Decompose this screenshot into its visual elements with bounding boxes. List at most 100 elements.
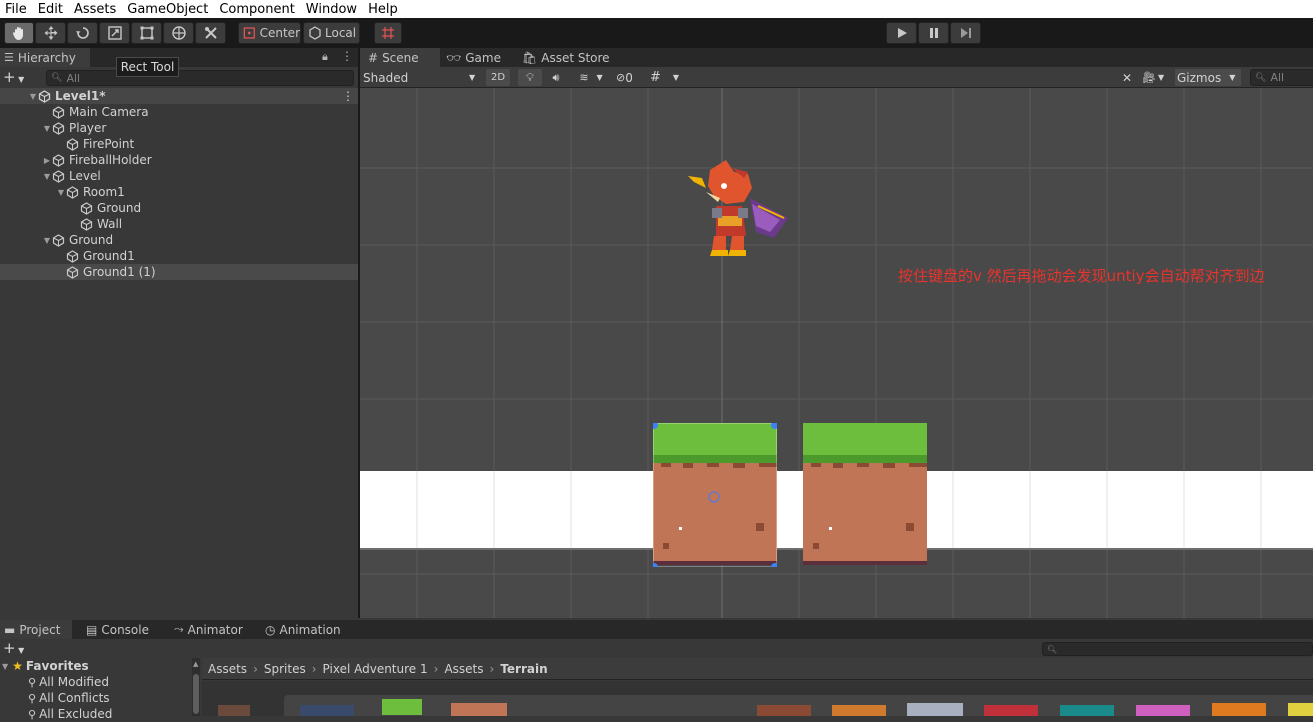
- menu-file[interactable]: File: [0, 2, 33, 17]
- expand-arrow-icon[interactable]: ▼: [42, 124, 52, 133]
- panel-divider[interactable]: [358, 48, 360, 618]
- asset-thumbnail[interactable]: [451, 703, 507, 716]
- asset-thumbnail[interactable]: [757, 705, 811, 716]
- project-search-input[interactable]: 🔍︎: [1042, 642, 1313, 656]
- grid-dropdown[interactable]: # ▼: [650, 69, 688, 86]
- scrollbar-thumb[interactable]: [193, 674, 199, 714]
- hand-tool-button[interactable]: [4, 22, 34, 44]
- rotate-tool-button[interactable]: [67, 22, 98, 44]
- hierarchy-item[interactable]: Main Camera: [0, 104, 358, 120]
- breadcrumb-item[interactable]: Assets: [444, 662, 483, 676]
- expand-arrow-icon[interactable]: ▼: [28, 92, 38, 101]
- lock-icon[interactable]: 🔒︎: [322, 50, 328, 64]
- hierarchy-item-label: Ground: [97, 201, 142, 215]
- project-create-button[interactable]: + ▼: [3, 639, 24, 657]
- asset-thumbnail[interactable]: [382, 699, 422, 715]
- pause-button[interactable]: [918, 22, 949, 44]
- breadcrumb-item[interactable]: Assets: [208, 662, 247, 676]
- scene-visibility-toggle[interactable]: ⊘ 0: [616, 69, 644, 86]
- animator-icon: ⤳: [174, 622, 184, 636]
- ground-tile[interactable]: [803, 423, 927, 565]
- scene-tools-button[interactable]: ✕: [1116, 69, 1138, 86]
- expand-arrow-icon[interactable]: ▼: [56, 188, 66, 197]
- move-tool-button[interactable]: [35, 22, 66, 44]
- toggle-2d-button[interactable]: 2D: [486, 69, 510, 86]
- asset-thumbnail[interactable]: [1060, 705, 1114, 716]
- collapse-arrow-icon[interactable]: ▶: [42, 156, 52, 165]
- pivot-rotation-button[interactable]: Local: [303, 22, 360, 44]
- favorite-item[interactable]: ⚲ All Modified: [28, 674, 109, 690]
- scene-root-row[interactable]: ▼ Level1* ⋮: [0, 88, 358, 104]
- tab-asset-store[interactable]: 🛍︎ Asset Store: [518, 48, 628, 67]
- asset-thumbnail[interactable]: [218, 705, 250, 716]
- tab-scene[interactable]: # Scene: [360, 48, 440, 67]
- pivot-mode-button[interactable]: Center: [238, 22, 301, 44]
- favorite-item[interactable]: ⚲ All Excluded: [28, 706, 112, 722]
- breadcrumb-current[interactable]: Terrain: [500, 662, 547, 676]
- expand-arrow-icon[interactable]: ▼: [42, 236, 52, 245]
- hierarchy-item[interactable]: FirePoint: [0, 136, 358, 152]
- breadcrumb-item[interactable]: Pixel Adventure 1: [323, 662, 428, 676]
- menu-edit[interactable]: Edit: [33, 2, 69, 17]
- favorite-item[interactable]: ⚲ All Conflicts: [28, 690, 110, 706]
- custom-tool-button[interactable]: [195, 22, 226, 44]
- play-button[interactable]: [886, 22, 917, 44]
- audio-toggle[interactable]: 🔊︎: [544, 69, 568, 86]
- scene-viewport[interactable]: 按住键盘的v 然后再拖动会发现untiy会自动帮对齐到边: [360, 88, 1313, 618]
- asset-thumbnail[interactable]: [300, 705, 354, 716]
- tab-game[interactable]: 👓︎ Game: [442, 48, 518, 67]
- menu-window[interactable]: Window: [301, 2, 363, 17]
- create-button[interactable]: + ▼: [3, 68, 24, 86]
- rect-tool-button[interactable]: [131, 22, 162, 44]
- scene-menu-icon[interactable]: ⋮: [342, 89, 354, 103]
- asset-thumbnail[interactable]: [1288, 703, 1313, 716]
- asset-thumbnail[interactable]: [1212, 703, 1266, 716]
- asset-thumbnail[interactable]: [907, 703, 963, 716]
- tab-animator[interactable]: ⤳ Animator: [170, 620, 255, 639]
- ground-tile-selected[interactable]: [653, 423, 777, 567]
- shading-mode-dropdown[interactable]: Shaded ▼: [363, 69, 480, 86]
- step-button[interactable]: [950, 22, 981, 44]
- hierarchy-search-input[interactable]: 🔍︎ All: [46, 70, 354, 86]
- scene-search-input[interactable]: 🔍︎ All: [1250, 69, 1313, 86]
- lighting-toggle[interactable]: 💡︎: [518, 69, 542, 86]
- hierarchy-item[interactable]: Ground1 (1): [0, 264, 358, 280]
- hierarchy-item[interactable]: ▼ Player: [0, 120, 358, 136]
- tab-animation[interactable]: ◷ Animation: [261, 620, 351, 639]
- scene-search-placeholder: All: [1270, 71, 1285, 84]
- favorites-header[interactable]: ▼ ★ Favorites: [2, 658, 89, 674]
- hierarchy-item[interactable]: ▼ Room1: [0, 184, 358, 200]
- menu-component[interactable]: Component: [214, 2, 300, 17]
- hierarchy-item[interactable]: Ground1: [0, 248, 358, 264]
- menu-gameobject[interactable]: GameObject: [122, 2, 214, 17]
- gizmos-dropdown[interactable]: Gizmos ▼: [1175, 69, 1241, 86]
- hierarchy-item[interactable]: Ground: [0, 200, 358, 216]
- tab-console[interactable]: ▤ Console: [82, 620, 162, 639]
- hierarchy-item[interactable]: ▶ FireballHolder: [0, 152, 358, 168]
- camera-settings-dropdown[interactable]: 🎥︎ ▼: [1142, 69, 1172, 86]
- menu-assets[interactable]: Assets: [69, 2, 122, 17]
- clock-icon: ◷: [265, 622, 276, 637]
- menu-help[interactable]: Help: [363, 2, 404, 17]
- asset-thumbnail[interactable]: [1136, 705, 1190, 716]
- grid-snap-button[interactable]: [374, 22, 402, 44]
- sidebar-scrollbar[interactable]: ▲: [192, 658, 200, 716]
- tab-project[interactable]: ▬ Project: [0, 620, 72, 639]
- expand-arrow-icon[interactable]: ▼: [42, 172, 52, 181]
- tab-hierarchy[interactable]: ☰ Hierarchy: [0, 48, 90, 67]
- scale-tool-button[interactable]: [99, 22, 130, 44]
- scroll-up-icon[interactable]: ▲: [193, 660, 198, 668]
- folder-icon: ▬: [4, 622, 16, 637]
- effects-dropdown[interactable]: ≋ ▼: [570, 69, 612, 86]
- asset-thumbnail[interactable]: [984, 705, 1038, 716]
- transform-tool-button[interactable]: [163, 22, 194, 44]
- breadcrumb-item[interactable]: Sprites: [264, 662, 306, 676]
- asset-thumbnail[interactable]: [832, 705, 886, 716]
- player-dragon-sprite[interactable]: [680, 156, 792, 262]
- hierarchy-item[interactable]: ▼ Ground: [0, 232, 358, 248]
- play-icon: [897, 28, 907, 38]
- hierarchy-item[interactable]: ▼ Level: [0, 168, 358, 184]
- more-options-icon[interactable]: ⋮: [341, 49, 353, 63]
- favorite-label: All Modified: [39, 675, 109, 689]
- hierarchy-item[interactable]: Wall: [0, 216, 358, 232]
